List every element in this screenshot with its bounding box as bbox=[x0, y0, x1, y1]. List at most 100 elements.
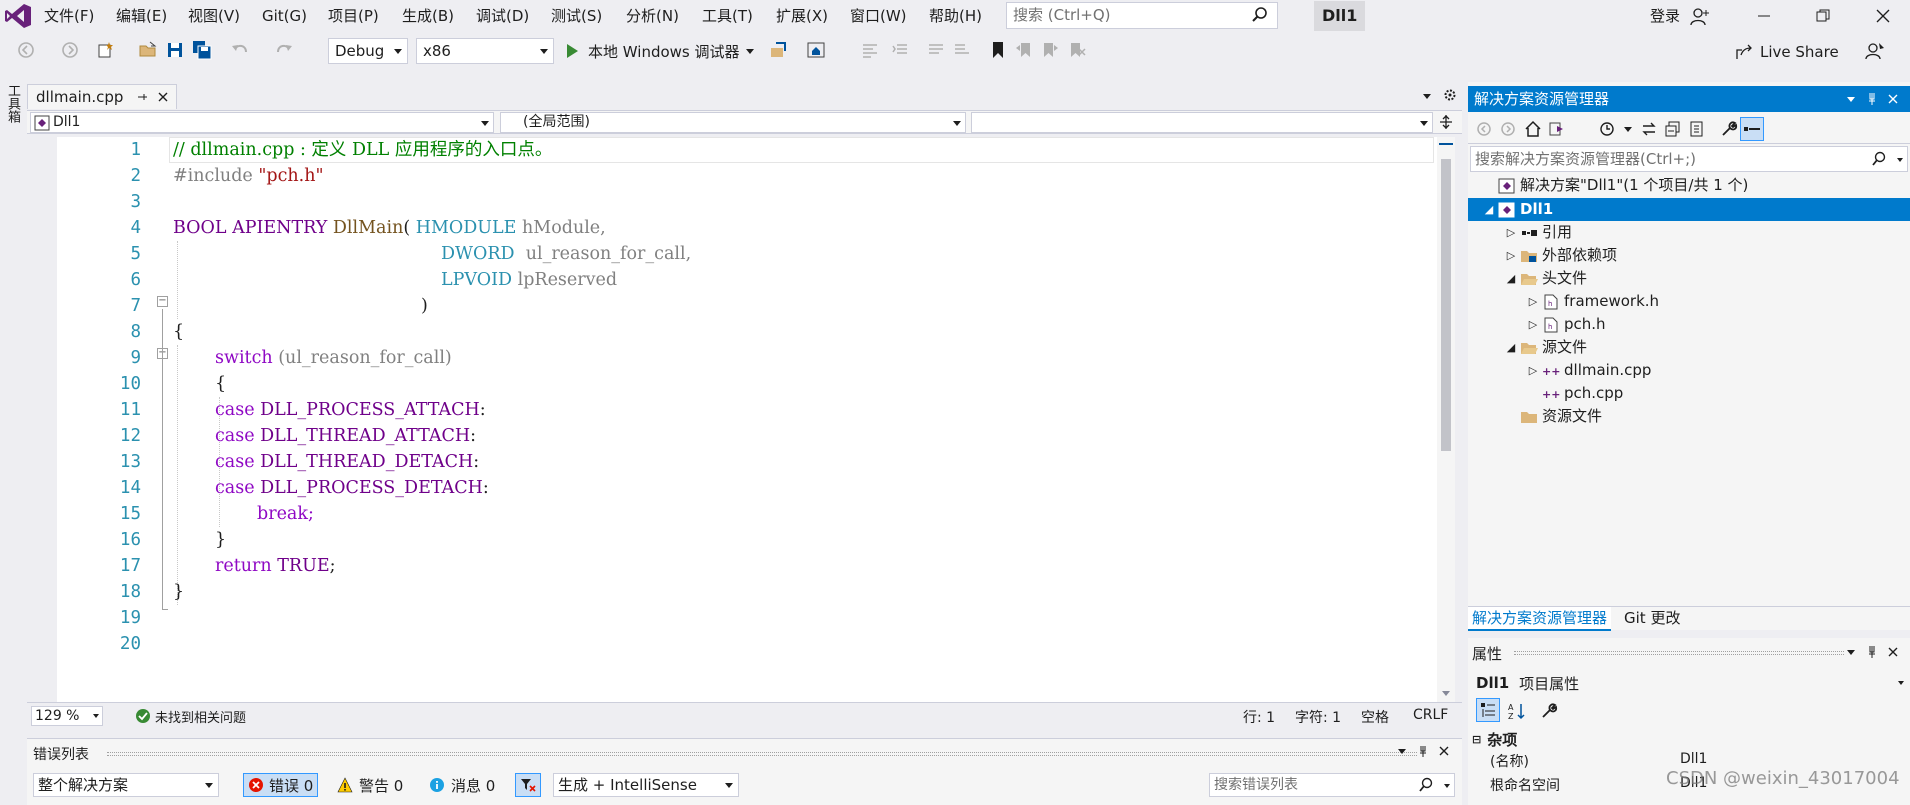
tab-git-changes[interactable]: Git 更改 bbox=[1624, 607, 1680, 631]
split-window-icon[interactable] bbox=[1439, 115, 1453, 129]
solution-platform-select[interactable]: x86 bbox=[416, 38, 554, 64]
project-nav-select[interactable]: Dll1 bbox=[30, 112, 494, 133]
window-position-icon[interactable] bbox=[1846, 95, 1856, 103]
switch-views-icon[interactable] bbox=[1548, 120, 1566, 138]
close-icon[interactable] bbox=[1439, 746, 1449, 756]
chevron-down-icon[interactable] bbox=[1624, 127, 1632, 133]
preview-selected-button[interactable] bbox=[1740, 117, 1764, 141]
tree-item-pch-h[interactable]: ▷ h pch.h bbox=[1526, 313, 1606, 336]
window-position-icon[interactable] bbox=[1846, 648, 1856, 656]
line-ending-indicator[interactable]: CRLF bbox=[1413, 707, 1448, 723]
back-icon[interactable] bbox=[16, 40, 36, 60]
expanded-icon[interactable]: ◢ bbox=[1482, 198, 1496, 221]
window-position-icon[interactable] bbox=[1397, 747, 1407, 755]
pin-icon[interactable] bbox=[1417, 745, 1429, 757]
uncomment-icon[interactable] bbox=[952, 40, 972, 60]
feedback-icon[interactable] bbox=[1864, 40, 1886, 62]
code-editor[interactable]: 1 2 3 4 5 6 7 8 9 10 11 12 13 14 15 16 1… bbox=[27, 137, 1437, 702]
bookmark-icon[interactable] bbox=[988, 40, 1008, 60]
solution-configuration-select[interactable]: Debug bbox=[328, 38, 408, 64]
pending-changes-icon[interactable] bbox=[1598, 120, 1616, 138]
solution-search-input[interactable]: 搜索解决方案资源管理器(Ctrl+;) bbox=[1470, 146, 1908, 172]
live-share-button[interactable]: Live Share bbox=[1734, 40, 1839, 64]
error-search-input[interactable]: 搜索错误列表 bbox=[1209, 773, 1455, 797]
gear-icon[interactable] bbox=[1443, 88, 1457, 102]
tab-overflow-icon[interactable] bbox=[1422, 92, 1432, 100]
prev-bookmark-icon[interactable] bbox=[1014, 40, 1034, 60]
close-window-button[interactable] bbox=[1860, 0, 1906, 32]
wrench-icon[interactable] bbox=[1720, 120, 1738, 138]
whitespace-indicator[interactable]: 空格 bbox=[1361, 707, 1389, 727]
start-debugging-button[interactable]: 本地 Windows 调试器 bbox=[564, 38, 754, 64]
menu-debug[interactable]: 调试(D) bbox=[476, 5, 529, 27]
menu-project[interactable]: 项目(P) bbox=[328, 5, 379, 27]
collapse-all-icon[interactable] bbox=[1664, 120, 1682, 138]
scope-nav-select[interactable]: (全局范围) bbox=[500, 112, 966, 133]
redo-icon[interactable] bbox=[274, 40, 294, 60]
sync-icon[interactable] bbox=[1640, 120, 1658, 138]
search-input[interactable]: 搜索 (Ctrl+Q) bbox=[1006, 2, 1278, 29]
forward-icon[interactable] bbox=[60, 40, 80, 60]
filter-toggle-button[interactable] bbox=[515, 773, 541, 797]
indent-icon[interactable] bbox=[890, 40, 910, 60]
close-icon[interactable] bbox=[1888, 647, 1898, 657]
tree-item-resource-files[interactable]: 资源文件 bbox=[1504, 405, 1602, 428]
tree-item-project[interactable]: ◢ Dll1 bbox=[1468, 198, 1910, 221]
menu-help[interactable]: 帮助(H) bbox=[929, 5, 982, 27]
scrollbar-thumb[interactable] bbox=[1441, 159, 1451, 451]
tree-item-pch-cpp[interactable]: ++ pch.cpp bbox=[1526, 382, 1623, 405]
tree-item-references[interactable]: ▷ 引用 bbox=[1504, 221, 1572, 244]
categorized-button[interactable] bbox=[1476, 698, 1500, 722]
tab-solution-explorer[interactable]: 解决方案资源管理器 bbox=[1468, 607, 1612, 631]
property-category[interactable]: ⊟ 杂项 bbox=[1472, 728, 1517, 750]
tab-dllmain-cpp[interactable]: dllmain.cpp bbox=[27, 84, 177, 109]
save-all-icon[interactable] bbox=[192, 40, 212, 60]
error-scope-select[interactable]: 整个解决方案 bbox=[33, 773, 219, 797]
next-bookmark-icon[interactable] bbox=[1040, 40, 1060, 60]
close-icon[interactable] bbox=[1888, 94, 1898, 104]
tree-item-dllmain-cpp[interactable]: ▷ ++ dllmain.cpp bbox=[1526, 359, 1652, 382]
collapsed-icon[interactable]: ▷ bbox=[1504, 221, 1518, 244]
scroll-down-icon[interactable] bbox=[1441, 689, 1451, 697]
menu-edit[interactable]: 编辑(E) bbox=[116, 5, 167, 27]
property-value[interactable]: Dll1 bbox=[1680, 751, 1707, 767]
member-nav-select[interactable] bbox=[971, 112, 1433, 133]
collapsed-icon[interactable]: ▷ bbox=[1504, 244, 1518, 267]
menu-view[interactable]: 视图(V) bbox=[188, 5, 240, 27]
menu-test[interactable]: 测试(S) bbox=[551, 5, 602, 27]
user-add-icon[interactable] bbox=[1690, 7, 1710, 27]
menu-window[interactable]: 窗口(W) bbox=[850, 5, 907, 27]
collapsed-icon[interactable]: ▷ bbox=[1526, 359, 1540, 382]
comment-icon[interactable] bbox=[926, 40, 946, 60]
forward-icon[interactable] bbox=[1500, 121, 1516, 137]
zoom-select[interactable]: 129 % bbox=[31, 706, 103, 726]
pin-icon[interactable] bbox=[136, 91, 148, 103]
back-icon[interactable] bbox=[1476, 121, 1492, 137]
sort-alpha-icon[interactable]: AZ bbox=[1508, 702, 1526, 720]
show-all-files-icon[interactable] bbox=[1688, 120, 1706, 138]
open-folder-icon[interactable] bbox=[138, 40, 158, 60]
close-icon[interactable] bbox=[158, 92, 168, 102]
expanded-icon[interactable]: ◢ bbox=[1504, 267, 1518, 290]
toolbox-tab[interactable]: 工具箱 bbox=[3, 84, 22, 123]
errors-filter-button[interactable]: 错误 0 bbox=[243, 773, 319, 797]
menu-git[interactable]: Git(G) bbox=[262, 5, 307, 27]
vertical-scrollbar[interactable] bbox=[1437, 137, 1455, 702]
pin-icon[interactable] bbox=[1866, 92, 1878, 106]
menu-tools[interactable]: 工具(T) bbox=[702, 5, 753, 27]
tree-item-source-files[interactable]: ◢ 源文件 bbox=[1504, 336, 1587, 359]
restore-button[interactable] bbox=[1800, 0, 1846, 32]
collapsed-icon[interactable]: ▷ bbox=[1526, 313, 1540, 336]
login-link[interactable]: 登录 bbox=[1650, 5, 1680, 27]
collapsed-icon[interactable]: ▷ bbox=[1526, 290, 1540, 313]
tree-item-solution[interactable]: 解决方案"Dll1"(1 个项目/共 1 个) bbox=[1482, 174, 1748, 197]
property-object-select[interactable]: Dll1 项目属性 bbox=[1468, 670, 1910, 696]
minimize-button[interactable] bbox=[1741, 0, 1787, 32]
pin-icon[interactable] bbox=[1866, 645, 1878, 659]
error-source-select[interactable]: 生成 + IntelliSense bbox=[553, 773, 739, 797]
issues-status[interactable]: 未找到相关问题 bbox=[155, 707, 246, 726]
visual-studio-logo-icon[interactable] bbox=[4, 3, 32, 29]
clear-bookmarks-icon[interactable] bbox=[1066, 40, 1086, 60]
collapse-icon[interactable]: − bbox=[157, 296, 168, 307]
tree-item-framework-h[interactable]: ▷ h framework.h bbox=[1526, 290, 1659, 313]
